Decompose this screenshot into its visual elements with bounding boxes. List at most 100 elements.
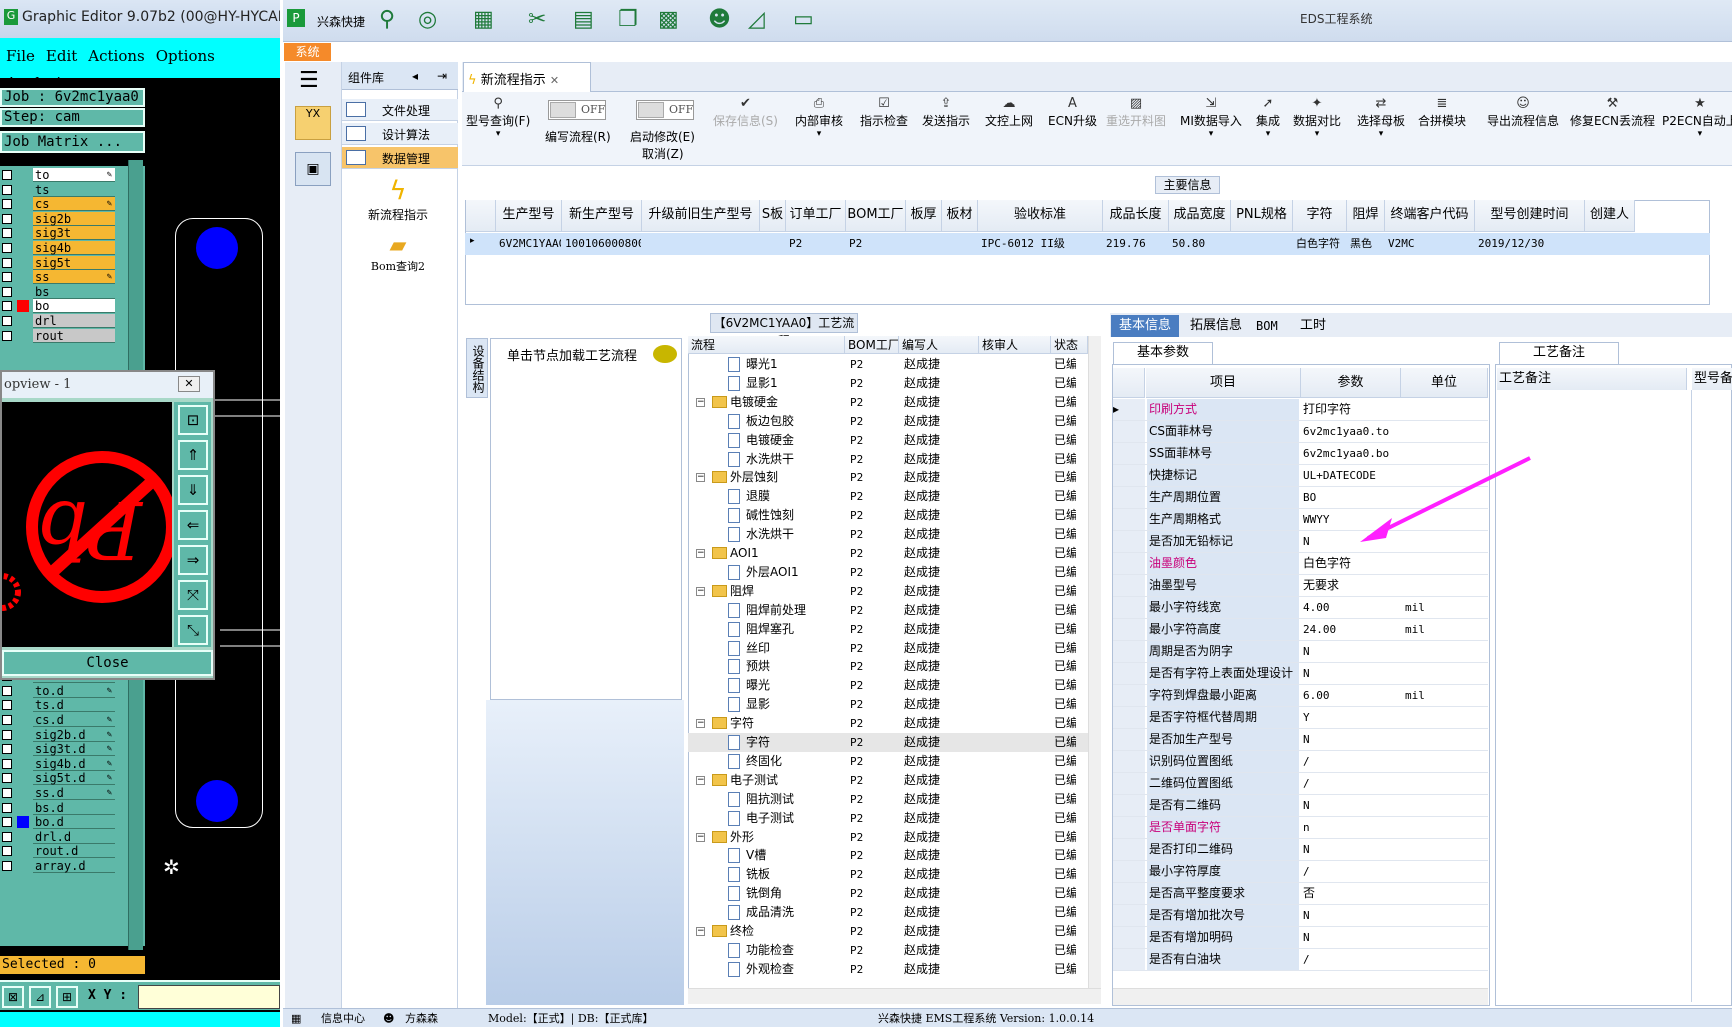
param-row[interactable]: 是否高平整度要求否	[1113, 883, 1488, 905]
layer-checkbox[interactable]	[2, 685, 12, 696]
main-col-header[interactable]: 订单工厂	[786, 200, 846, 232]
tree-node-name[interactable]: 显影	[746, 695, 770, 714]
chart-icon[interactable]: ◿	[748, 9, 765, 31]
tree-node-name[interactable]: 板边包胶	[746, 412, 794, 431]
layer-row[interactable]: ts	[0, 182, 118, 197]
tree-row[interactable]: 预烘 P2 赵成捷 已编	[688, 657, 1088, 676]
main-col-header[interactable]: 成品宽度	[1169, 200, 1231, 232]
layer-row[interactable]: bs.d	[0, 800, 118, 815]
tree-node-name[interactable]: V槽	[746, 846, 766, 865]
tree-node-name[interactable]: 字符	[746, 733, 770, 752]
tree-row[interactable]: 字符 P2 赵成捷 已编	[688, 733, 1088, 752]
layer-name[interactable]: sig3t	[33, 226, 115, 241]
tree-row[interactable]: 水洗烘干 P2 赵成捷 已编	[688, 525, 1088, 544]
popview-close-button[interactable]: Close	[2, 650, 213, 676]
layer-checkbox[interactable]	[2, 213, 12, 224]
layer-checkbox[interactable]	[2, 788, 12, 798]
param-value[interactable]: 无要求	[1301, 575, 1401, 596]
nav-item-data-management[interactable]: 数据管理	[342, 147, 458, 169]
layer-checkbox[interactable]	[2, 243, 12, 253]
layer-checkbox[interactable]	[2, 184, 12, 195]
tree-row[interactable]: 显影 P2 赵成捷 已编	[688, 695, 1088, 714]
main-col-header[interactable]: BOM工厂	[846, 200, 906, 232]
toolbar-model-query[interactable]: ⚲ 型号查询(F) ▾	[466, 96, 530, 139]
layer-checkbox[interactable]	[2, 199, 12, 210]
layer-row[interactable]: bo.d	[0, 815, 118, 830]
param-row[interactable]: 字符到焊盘最小距离 6.00 mil	[1113, 685, 1488, 707]
layer-row[interactable]: sig5t	[0, 255, 118, 270]
layer-row[interactable]: rout.d	[0, 844, 118, 859]
param-value[interactable]: N	[1301, 839, 1401, 860]
tree-row[interactable]: − AOI1 P2 赵成捷 已编	[688, 544, 1088, 563]
tree-collapse-icon[interactable]: −	[696, 719, 705, 729]
toolbar-select-mother[interactable]: ⇄ 选择母板 ▾	[1357, 96, 1405, 139]
param-row[interactable]: 油墨型号 无要求	[1113, 575, 1488, 597]
param-row[interactable]: 识别码位置图纸 /	[1113, 751, 1488, 773]
tree-row[interactable]: 电镀硬金 P2 赵成捷 已编	[688, 431, 1088, 450]
layer-checkbox[interactable]	[2, 316, 12, 326]
param-value[interactable]: N	[1301, 641, 1401, 662]
tab-work-hours[interactable]: 工时	[1292, 315, 1334, 337]
hamburger-icon[interactable]: ☰	[299, 68, 319, 93]
toolbar-export-flow[interactable]: ☺ 导出流程信息	[1487, 96, 1559, 129]
param-row[interactable]: 是否有字符上表面处理设计 N	[1113, 663, 1488, 685]
toolbar-integrate[interactable]: ➚ 集成 ▾	[1256, 96, 1280, 139]
tree-node-name[interactable]: 丝印	[746, 639, 770, 658]
tab-basic-info[interactable]: 基本信息	[1111, 315, 1180, 337]
toolbar-reselect-drawing[interactable]: ▨ 重选开料图	[1106, 96, 1166, 129]
copy-icon[interactable]: ❐	[618, 9, 638, 31]
tree-collapse-icon[interactable]: −	[696, 473, 705, 483]
layer-row[interactable]: to ✎	[0, 168, 118, 182]
tree-node-name[interactable]: 曝光	[746, 676, 770, 695]
popview-close-icon[interactable]: ✕	[178, 376, 200, 392]
tree-node-name[interactable]: 外层蚀刻	[730, 468, 778, 487]
layer-name[interactable]: bs.d	[33, 800, 115, 815]
layer-name[interactable]: array.d	[33, 859, 115, 873]
toolbar-send[interactable]: ⇪ 发送指示	[922, 96, 970, 129]
layer-checkbox[interactable]	[2, 272, 12, 283]
tree-collapse-icon[interactable]: −	[696, 549, 705, 558]
param-row[interactable]: 最小字符高度 24.00 mil	[1113, 619, 1488, 641]
param-row[interactable]: 油墨颜色 白色字符	[1113, 553, 1488, 575]
layer-row[interactable]: drl.d	[0, 829, 118, 844]
main-col-header[interactable]: S板	[760, 200, 786, 232]
layer-name[interactable]: drl.d	[33, 829, 115, 844]
grid-tool-icon[interactable]: ⊞	[56, 986, 78, 1008]
monitor-icon[interactable]: ▭	[793, 9, 814, 31]
tree-node-name[interactable]: 阻焊塞孔	[746, 620, 794, 639]
tree-row[interactable]: − 终检 P2 赵成捷 已编	[688, 922, 1088, 941]
param-value[interactable]: N	[1301, 729, 1401, 750]
param-row[interactable]: 是否打印二维码 N	[1113, 839, 1488, 861]
param-value[interactable]: /	[1301, 751, 1401, 772]
layer-row[interactable]: ss ✎	[0, 270, 118, 285]
param-row[interactable]: CS面菲林号 6v2mc1yaa0.to	[1113, 421, 1488, 443]
param-value[interactable]: 6v2mc1yaa0.to	[1301, 421, 1401, 442]
layer-checkbox[interactable]	[2, 700, 12, 711]
param-row[interactable]: 是否有二维码 N	[1113, 795, 1488, 817]
tree-node-name[interactable]: 电子测试	[746, 809, 794, 828]
param-row[interactable]: 是否有增加明码 N	[1113, 927, 1488, 949]
tree-node-name[interactable]: 铣倒角	[746, 884, 782, 903]
param-row[interactable]: 最小字符线宽 4.00 mil	[1113, 597, 1488, 619]
tree-collapse-icon[interactable]: −	[696, 775, 705, 785]
user-icon[interactable]: ☻	[708, 9, 731, 31]
zoom-out-icon[interactable]: ⤡	[178, 615, 208, 645]
nav-item-file-processing[interactable]: 文件处理	[342, 99, 458, 121]
param-row[interactable]: 二维码位置图纸 /	[1113, 773, 1488, 795]
tree-row[interactable]: 外层AOI1 P2 赵成捷 已编	[688, 563, 1088, 582]
layer-checkbox[interactable]	[2, 170, 12, 180]
tree-node-name[interactable]: 阻焊前处理	[746, 601, 806, 620]
param-row[interactable]: 是否加生产型号 N	[1113, 729, 1488, 751]
layer-name[interactable]: sig3t.d ✎	[33, 742, 115, 757]
tree-row[interactable]: 丝印 P2 赵成捷 已编	[688, 639, 1088, 658]
toggle-start-modify[interactable]: OFF	[636, 100, 694, 120]
layer-name[interactable]: sig5t	[33, 255, 115, 270]
layer-row[interactable]: sig3t.d ✎	[0, 742, 118, 757]
table-icon[interactable]: ▦	[473, 9, 494, 31]
measure-tool-icon[interactable]: ⊿	[29, 986, 51, 1008]
toolbar-doc-online[interactable]: ☁ 文控上网	[985, 96, 1033, 129]
param-value[interactable]: 4.00	[1301, 597, 1401, 618]
tree-col-header[interactable]: BOM工厂	[845, 336, 899, 354]
layer-name[interactable]: rout.d	[33, 844, 115, 859]
tree-row[interactable]: − 字符 P2 赵成捷 已编	[688, 714, 1088, 733]
